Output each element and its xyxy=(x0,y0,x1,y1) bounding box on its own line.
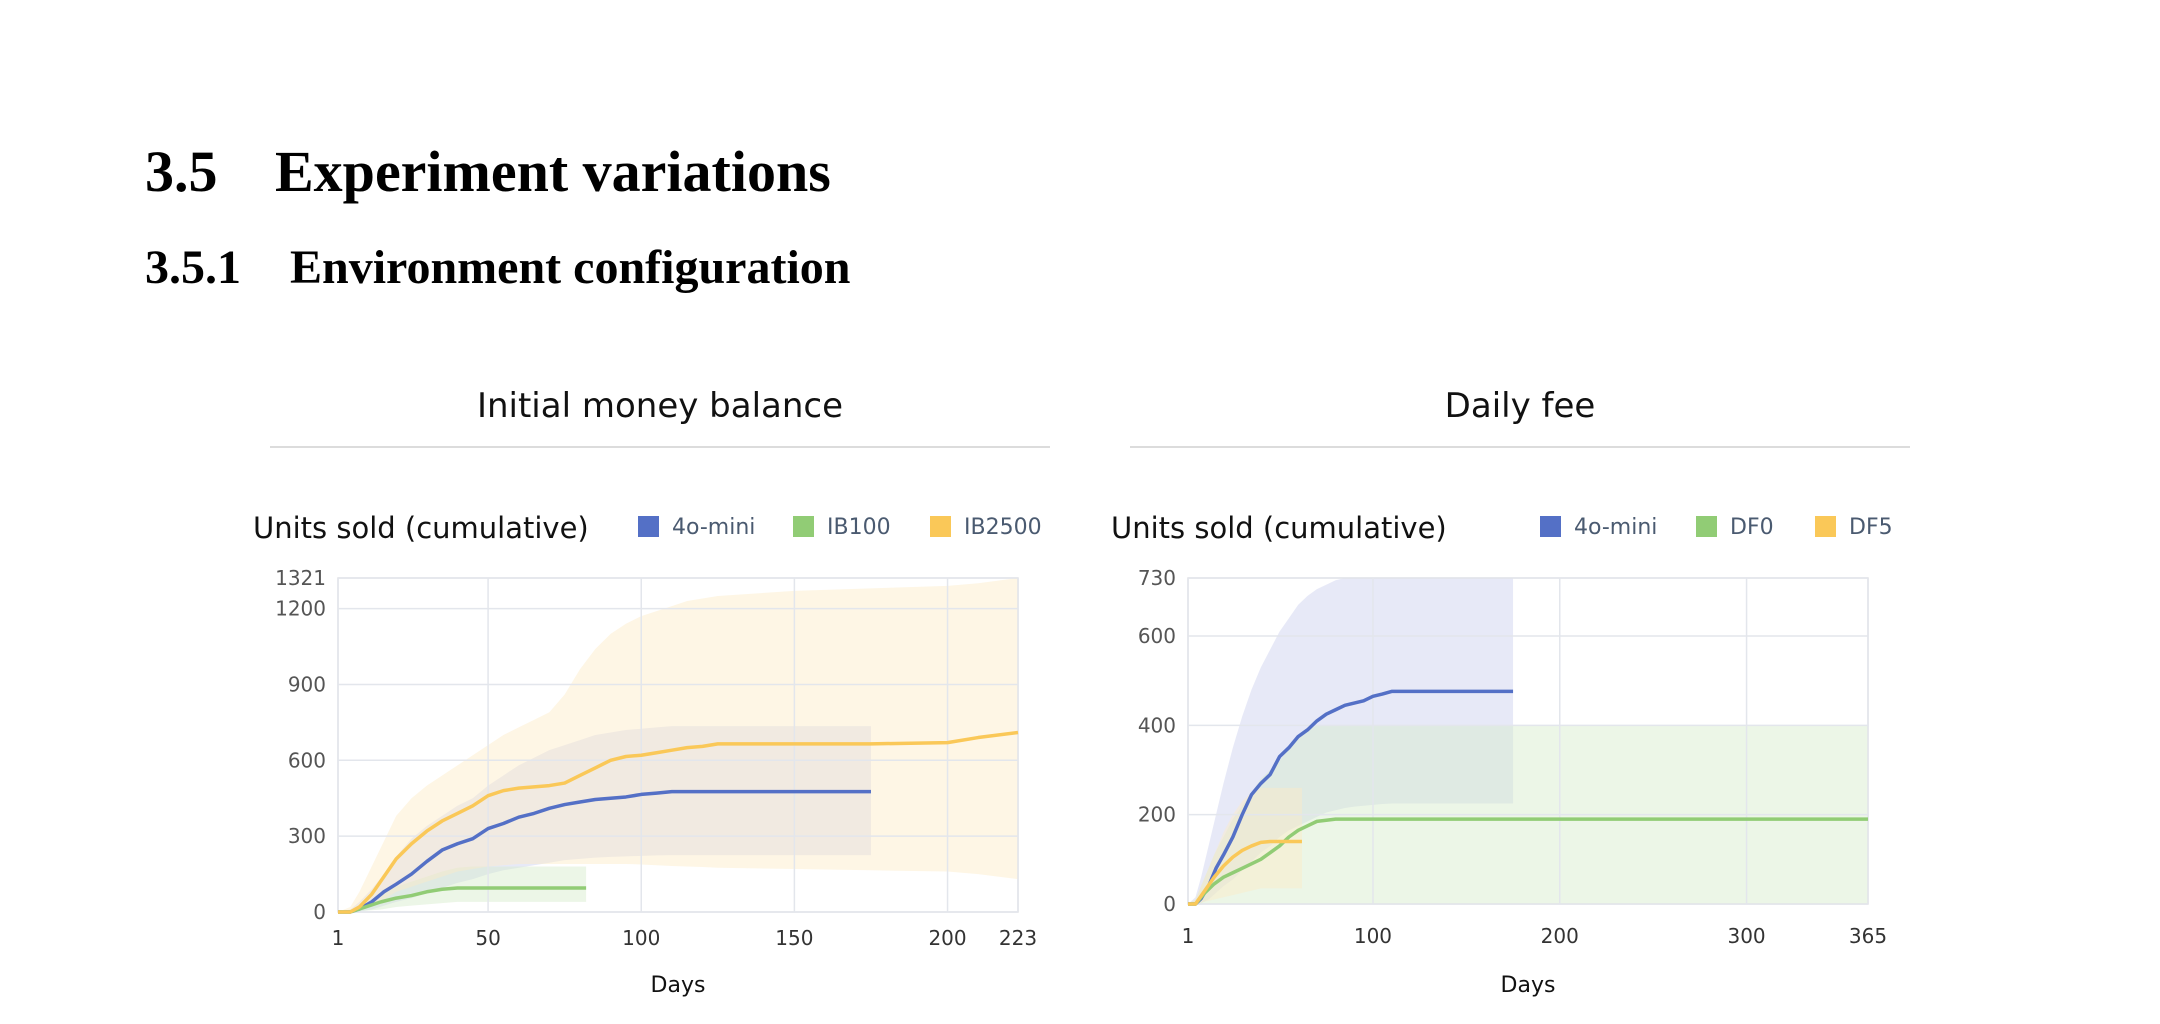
y-tick-label: 0 xyxy=(313,900,326,924)
chart-1: 0300600900120013211 50 100 150 200 223DaysUni… xyxy=(253,511,1042,998)
y-tick-label: 0 xyxy=(1163,892,1176,916)
y-tick-label: 600 xyxy=(288,748,326,772)
legend-swatch-4o-mini xyxy=(1540,516,1561,537)
y-tick-label: 1200 xyxy=(275,597,326,621)
x-tick-label: 200 xyxy=(1541,924,1579,948)
x-tick-label: 300 xyxy=(1727,924,1765,948)
legend-swatch-IB2500 xyxy=(930,516,951,537)
y-tick-label: 200 xyxy=(1138,803,1176,827)
y-tick-label: 300 xyxy=(288,824,326,848)
legend-swatch-DF0 xyxy=(1696,516,1717,537)
x-tick-label: 223 xyxy=(999,926,1037,950)
x-tick-label: 50 xyxy=(475,926,500,950)
legend-swatch-IB100 xyxy=(793,516,814,537)
x-axis-label: Days xyxy=(1501,973,1556,998)
legend-swatch-DF5 xyxy=(1815,516,1836,537)
legend-label-DF0: DF0 xyxy=(1730,515,1774,540)
chart-title: Units sold (cumulative) xyxy=(1111,511,1447,545)
x-tick-label: 100 xyxy=(1354,924,1392,948)
y-tick-label: 730 xyxy=(1138,566,1176,590)
x-tick-label: 100 xyxy=(622,926,660,950)
legend-label-DF5: DF5 xyxy=(1849,515,1893,540)
chart-title: Units sold (cumulative) xyxy=(253,511,589,545)
legend-label-IB100: IB100 xyxy=(827,515,891,540)
y-tick-label: 900 xyxy=(288,672,326,696)
x-tick-label: 1 xyxy=(332,926,345,950)
y-tick-label: 400 xyxy=(1138,713,1176,737)
legend-label-4o-mini: 4o-mini xyxy=(1574,515,1657,540)
x-axis-label: Days xyxy=(651,973,706,998)
chart-2: 0 200 400 600 730 1 100 200 300 365 Days Units sold… xyxy=(1111,511,1893,998)
legend-label-IB2500: IB2500 xyxy=(964,515,1042,540)
x-tick-label: 365 xyxy=(1849,924,1887,948)
y-tick-label: 1321 xyxy=(275,566,326,590)
y-tick-label: 600 xyxy=(1138,624,1176,648)
legend-swatch-4o-mini xyxy=(638,516,659,537)
x-tick-label: 1 xyxy=(1182,924,1195,948)
charts-canvas: 0300600900120013211 50 100 150 200 223DaysUni… xyxy=(253,511,1893,998)
x-tick-label: 150 xyxy=(775,926,813,950)
x-tick-label: 200 xyxy=(928,926,966,950)
legend-label-4o-mini: 4o-mini xyxy=(672,515,755,540)
